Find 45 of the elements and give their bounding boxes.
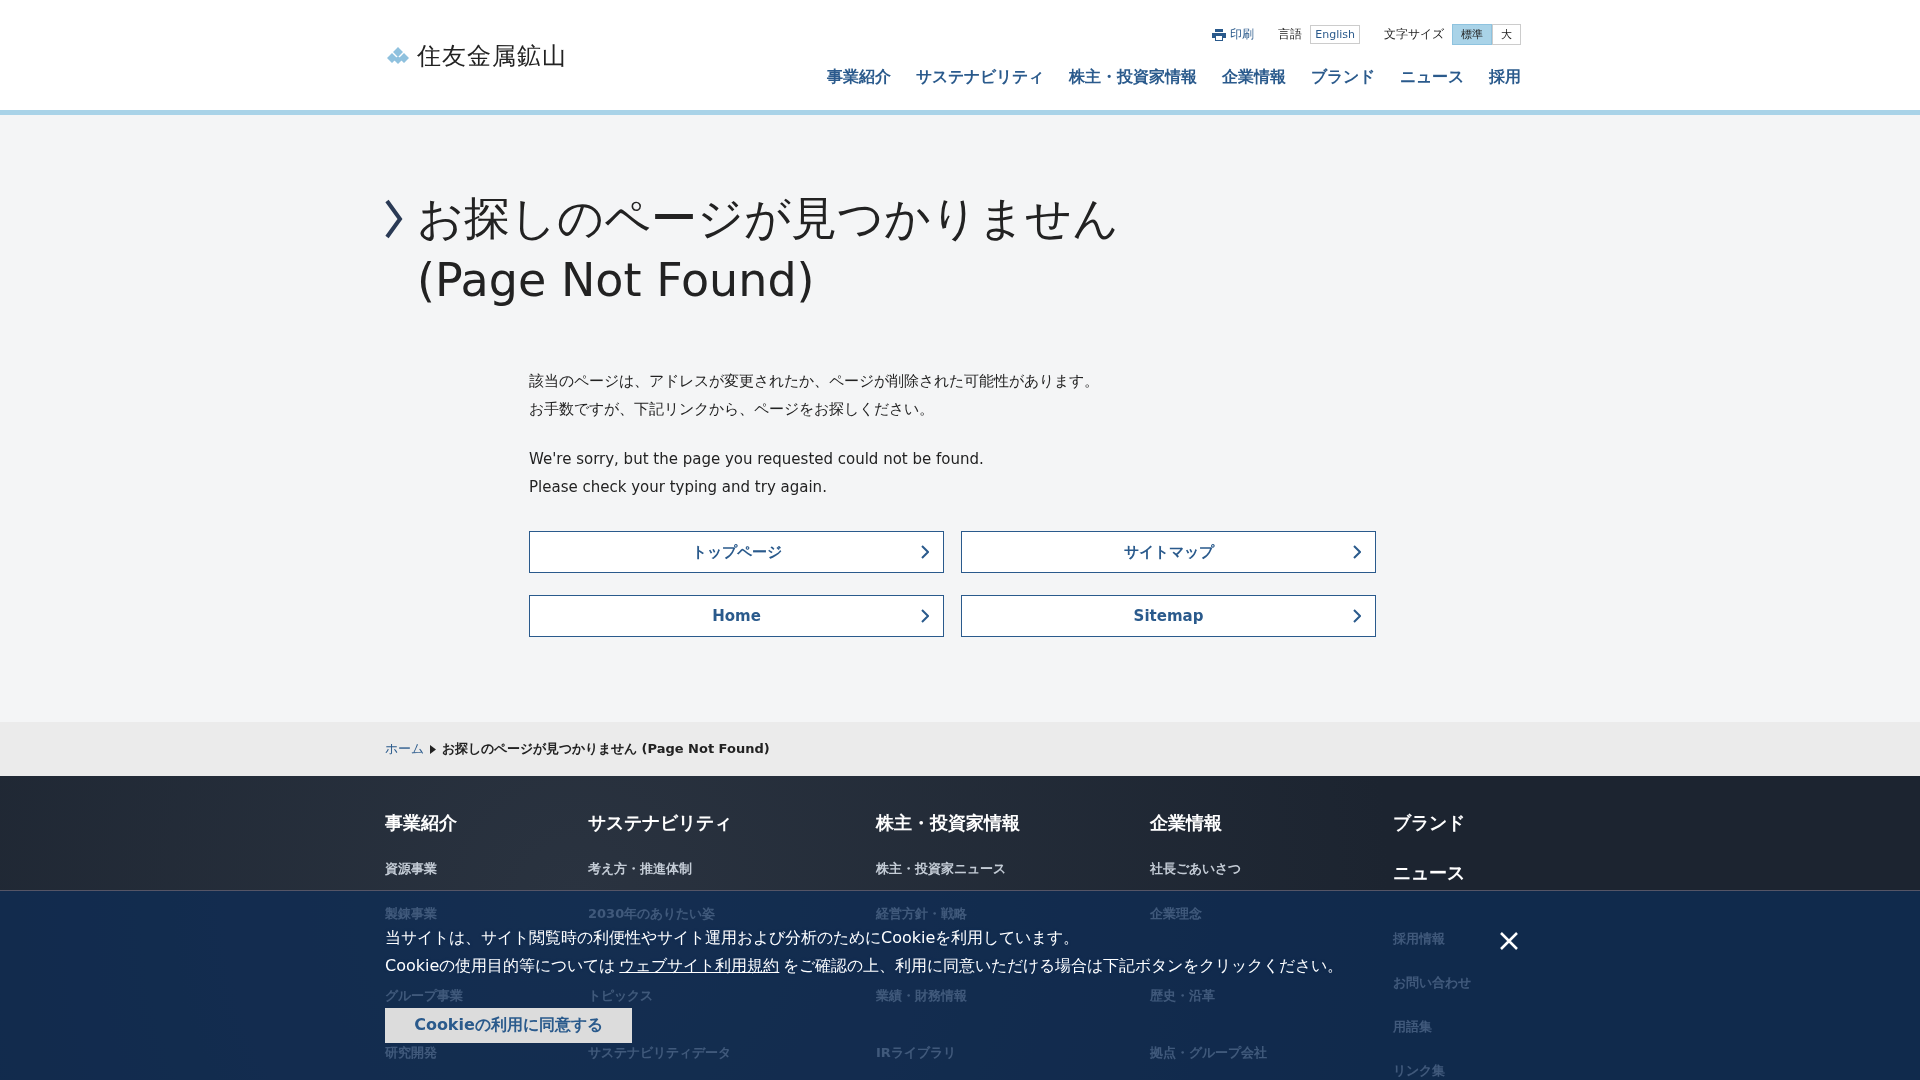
nav-item[interactable]: サステナビリティ	[916, 67, 1044, 88]
nav-item[interactable]: ブランド	[1311, 67, 1375, 88]
terms-link[interactable]: ウェブサイト利用規約	[619, 956, 780, 975]
logo-text[interactable]: 住友金属鉱山	[417, 40, 567, 72]
footer-heading[interactable]: 株主・投資家情報	[876, 811, 1150, 861]
font-size-button[interactable]: 大	[1492, 24, 1521, 45]
footer-heading[interactable]: サステナビリティ	[588, 811, 876, 861]
footer-heading[interactable]: 企業情報	[1150, 811, 1393, 861]
footer-link[interactable]: 資源事業	[385, 861, 437, 876]
nav-item[interactable]: 採用	[1489, 67, 1521, 88]
message-paragraph: We're sorry, but the page you requested could not be found. Please check your typing and try again.	[529, 449, 985, 498]
link-button[interactable]: Sitemap	[961, 595, 1376, 637]
footer-heading[interactable]: ブランド	[1393, 811, 1521, 861]
nav-item[interactable]: 企業情報	[1222, 67, 1286, 88]
font-size-button[interactable]: 標準	[1452, 24, 1492, 45]
close-icon	[1499, 931, 1519, 951]
chevron-right-icon	[921, 545, 929, 559]
link-button[interactable]: Home	[529, 595, 944, 637]
link-button[interactable]: サイトマップ	[961, 531, 1376, 573]
language-label: 言語	[1278, 26, 1303, 43]
footer-heading[interactable]: 事業紹介	[385, 811, 588, 861]
close-button[interactable]	[1499, 931, 1519, 951]
nav-item[interactable]: 事業紹介	[827, 67, 891, 88]
footer-link[interactable]: 株主・投資家ニュース	[876, 861, 1006, 876]
breadcrumb-current: お探しのページが見つかりません (Page Not Found)	[442, 740, 770, 758]
printer-icon	[1212, 28, 1227, 41]
nav-item[interactable]: ニュース	[1400, 67, 1464, 88]
breadcrumb-link[interactable]: ホーム	[385, 740, 424, 758]
logo-icon	[385, 46, 411, 66]
footer-link[interactable]: 社長ごあいさつ	[1150, 861, 1241, 876]
chevron-right-icon	[921, 609, 929, 623]
cookie-notice: 当サイトは、サイト閲覧時の利便性やサイト運用および分析のためにCookieを利用しています。 Cookieの使用目的等については ウェブサイト利用規約 をご確認の上、利用に同意いただける場合は下記ボタンをクリックください。	[385, 927, 1344, 977]
page-title: お探しのページが見つかりません (Page Not Found)	[417, 190, 1119, 309]
triangle-right-icon	[430, 744, 436, 754]
language-link[interactable]: English	[1310, 25, 1360, 44]
nav-item[interactable]: 株主・投資家情報	[1069, 67, 1197, 88]
print-link[interactable]: 印刷	[1212, 26, 1255, 43]
chevron-right-icon	[1353, 545, 1361, 559]
footer-link[interactable]: 考え方・推進体制	[588, 861, 692, 876]
agree-button[interactable]: Cookieの利用に同意する	[385, 1008, 632, 1043]
link-button[interactable]: トップページ	[529, 531, 944, 573]
font-size-label: 文字サイズ	[1384, 26, 1444, 43]
chevron-icon	[385, 199, 403, 239]
message-paragraph: 該当のページは、アドレスが変更されたか、ページが削除された可能性があります。 お手数ですが、下記リンクから、ページをお探しください。	[529, 371, 1100, 420]
chevron-right-icon	[1353, 609, 1361, 623]
